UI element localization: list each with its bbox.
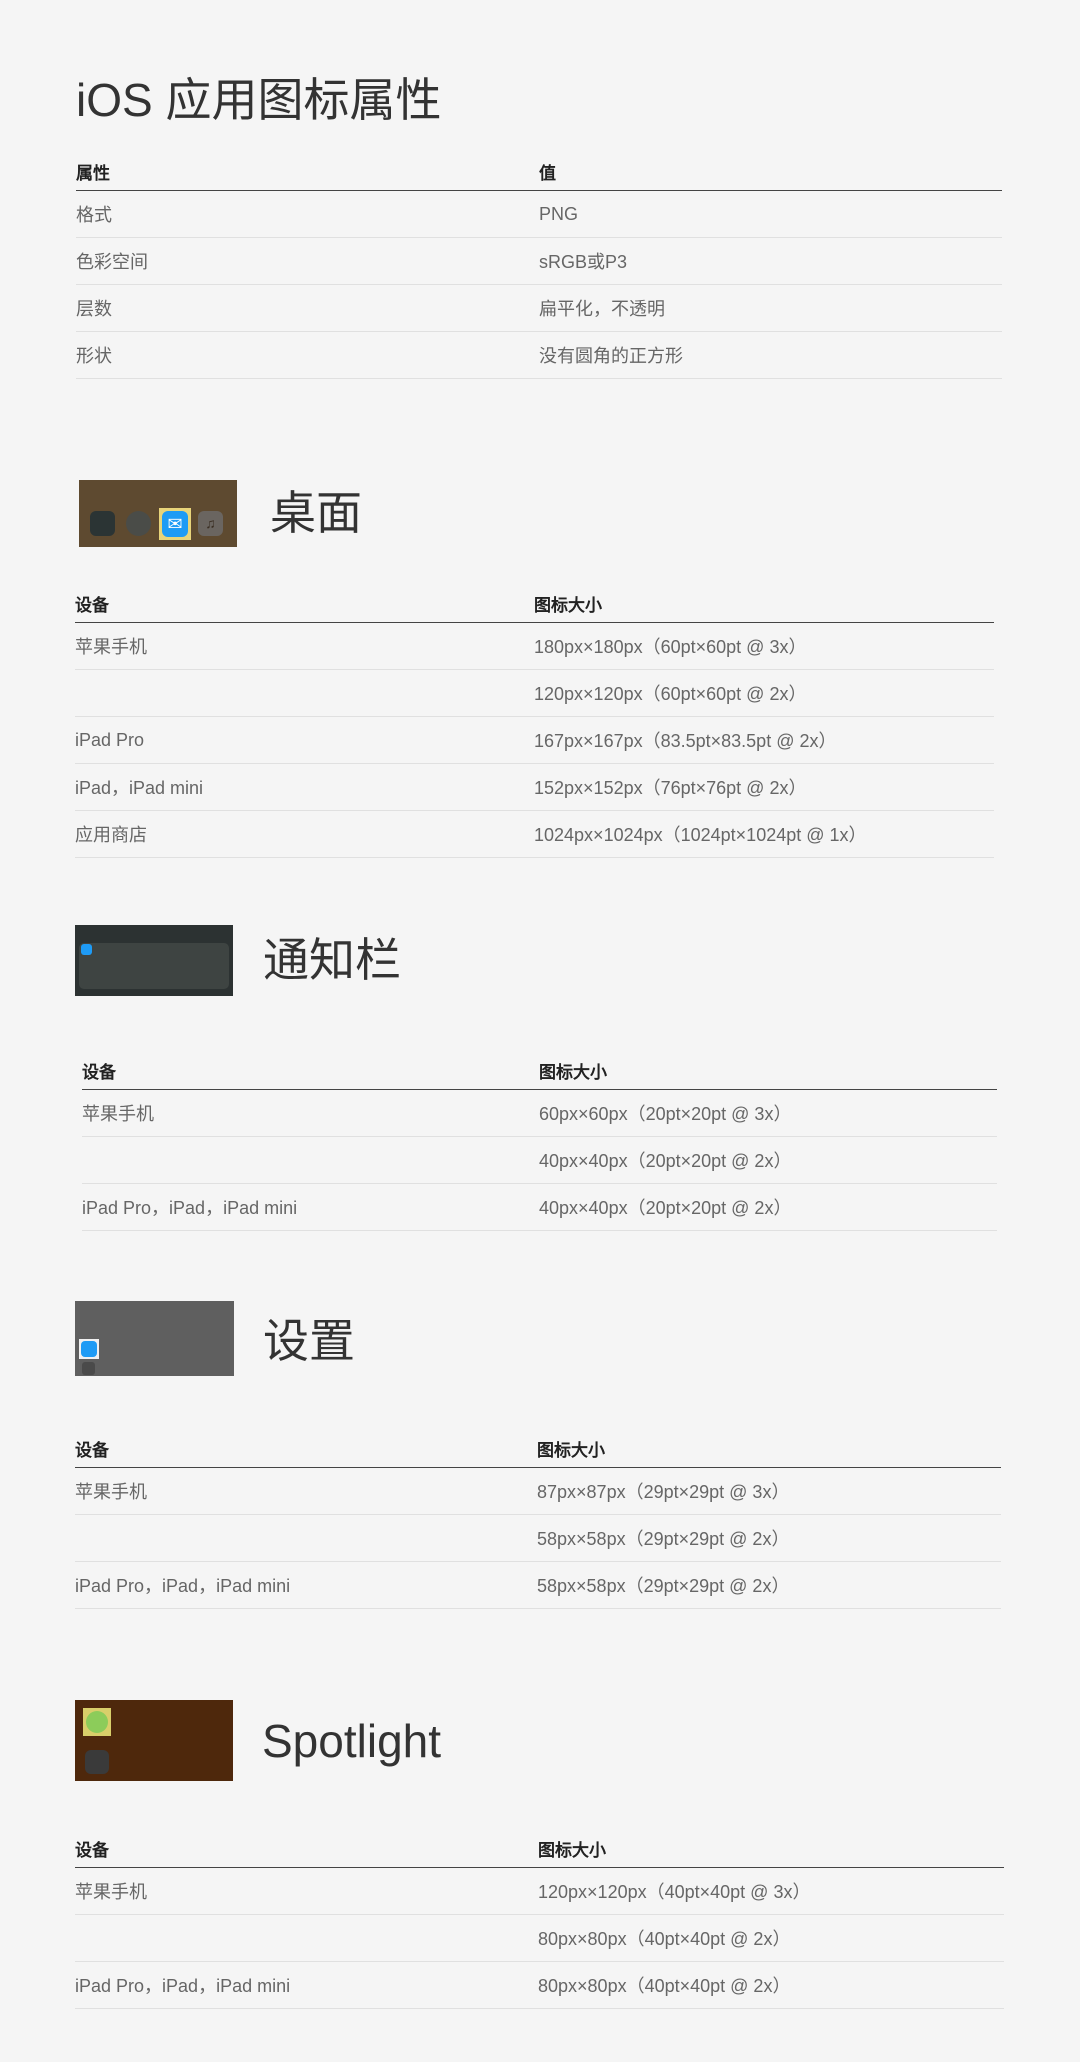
device-size-table: 设备 图标大小 苹果手机 87px×87px（29pt×29pt @ 3x） 58p… xyxy=(75,1427,1001,1609)
music-icon: ♫ xyxy=(198,511,223,536)
app-icon-2 xyxy=(85,1750,109,1774)
settings-thumbnail xyxy=(75,1301,234,1376)
cell xyxy=(82,1136,539,1184)
page-title: iOS 应用图标属性 xyxy=(76,74,442,126)
header-cell: 图标大小 xyxy=(539,1049,997,1090)
table-header: 设备 图标大小 xyxy=(82,1049,997,1090)
cell: PNG xyxy=(539,190,1002,238)
mail-icon xyxy=(81,1341,97,1357)
mail-icon: ✉ xyxy=(162,511,188,537)
cell xyxy=(75,1514,537,1562)
header-cell: 设备 xyxy=(75,1427,537,1468)
table-row: iPad，iPad mini 152px×152px（76pt×76pt @ 2x… xyxy=(75,763,994,811)
device-size-table: 设备 图标大小 苹果手机 60px×60px（20pt×20pt @ 3x） 40p… xyxy=(82,1049,997,1231)
cell: 色彩空间 xyxy=(76,237,539,285)
cell xyxy=(75,669,534,717)
cell: 120px×120px（60pt×60pt @ 2x） xyxy=(534,669,994,717)
device-size-table: 设备 图标大小 苹果手机 180px×180px（60pt×60pt @ 3x） 1… xyxy=(75,582,994,858)
cell: iPad Pro，iPad，iPad mini xyxy=(82,1183,539,1231)
table-row: 苹果手机 120px×120px（40pt×40pt @ 3x） xyxy=(75,1867,1004,1915)
cell: 120px×120px（40pt×40pt @ 3x） xyxy=(538,1867,1004,1915)
cell: 扁平化，不透明 xyxy=(539,284,1002,332)
notification-thumbnail xyxy=(75,925,233,996)
contacts-icon xyxy=(82,1362,95,1375)
cell: 60px×60px（20pt×20pt @ 3x） xyxy=(539,1089,997,1137)
header-cell: 图标大小 xyxy=(534,582,994,623)
section-title: 通知栏 xyxy=(263,934,401,986)
spotlight-thumbnail xyxy=(75,1700,233,1781)
home-screen-dock-thumbnail: ✉ ♫ xyxy=(79,480,237,547)
table-row: iPad Pro 167px×167px（83.5pt×83.5pt @ 2x） xyxy=(75,716,994,764)
cell: 苹果手机 xyxy=(75,1867,538,1915)
table-row: 形状 没有圆角的正方形 xyxy=(76,331,1002,379)
safari-icon xyxy=(126,511,151,536)
cell: 1024px×1024px（1024pt×1024pt @ 1x） xyxy=(534,810,994,858)
cell: 80px×80px（40pt×40pt @ 2x） xyxy=(538,1914,1004,1962)
cell: iPad Pro，iPad，iPad mini xyxy=(75,1561,537,1609)
header-cell: 设备 xyxy=(75,582,534,623)
table-row: 苹果手机 180px×180px（60pt×60pt @ 3x） xyxy=(75,622,994,670)
header-cell: 设备 xyxy=(75,1827,538,1868)
table-row: 120px×120px（60pt×60pt @ 2x） xyxy=(75,669,994,717)
properties-table: 属性 值 格式 PNG 色彩空间 sRGB或P3 层数 扁平化，不透明 形状 没有圆角的… xyxy=(76,150,1002,379)
section-title: 设置 xyxy=(263,1315,355,1367)
section-title: Spotlight xyxy=(262,1715,442,1767)
table-row: 应用商店 1024px×1024px（1024pt×1024pt @ 1x） xyxy=(75,810,994,858)
cell: 180px×180px（60pt×60pt @ 3x） xyxy=(534,622,994,670)
header-cell: 值 xyxy=(539,150,1002,191)
cell: iPad Pro xyxy=(75,716,534,764)
table-row: 苹果手机 60px×60px（20pt×20pt @ 3x） xyxy=(82,1089,997,1137)
cell: 形状 xyxy=(76,331,539,379)
cell: 58px×58px（29pt×29pt @ 2x） xyxy=(537,1561,1001,1609)
header-cell: 属性 xyxy=(76,150,539,191)
cell: 58px×58px（29pt×29pt @ 2x） xyxy=(537,1514,1001,1562)
cell: 87px×87px（29pt×29pt @ 3x） xyxy=(537,1467,1001,1515)
table-row: 格式 PNG xyxy=(76,190,1002,238)
mail-icon xyxy=(81,944,92,955)
table-row: 80px×80px（40pt×40pt @ 2x） xyxy=(75,1914,1004,1962)
cell: 80px×80px（40pt×40pt @ 2x） xyxy=(538,1961,1004,2009)
header-cell: 图标大小 xyxy=(537,1427,1001,1468)
cell: 40px×40px（20pt×20pt @ 2x） xyxy=(539,1136,997,1184)
cell: sRGB或P3 xyxy=(539,237,1002,285)
cell: 苹果手机 xyxy=(75,622,534,670)
header-cell: 图标大小 xyxy=(538,1827,1004,1868)
cell: 层数 xyxy=(76,284,539,332)
cell: 没有圆角的正方形 xyxy=(539,331,1002,379)
cell: 苹果手机 xyxy=(82,1089,539,1137)
table-row: 40px×40px（20pt×20pt @ 2x） xyxy=(82,1136,997,1184)
notification-card xyxy=(79,943,229,989)
cell: iPad Pro，iPad，iPad mini xyxy=(75,1961,538,2009)
table-header: 设备 图标大小 xyxy=(75,582,994,623)
table-row: iPad Pro，iPad，iPad mini 80px×80px（40pt×40… xyxy=(75,1961,1004,2009)
cell: 167px×167px（83.5pt×83.5pt @ 2x） xyxy=(534,716,994,764)
cell: 格式 xyxy=(76,190,539,238)
phone-icon xyxy=(90,511,115,536)
cell: iPad，iPad mini xyxy=(75,763,534,811)
table-row: 色彩空间 sRGB或P3 xyxy=(76,237,1002,285)
cell xyxy=(75,1914,538,1962)
table-row: iPad Pro，iPad，iPad mini 58px×58px（29pt×29… xyxy=(75,1561,1001,1609)
table-row: 层数 扁平化，不透明 xyxy=(76,284,1002,332)
table-header: 设备 图标大小 xyxy=(75,1427,1001,1468)
table-header: 设备 图标大小 xyxy=(75,1827,1004,1868)
table-row: iPad Pro，iPad，iPad mini 40px×40px（20pt×20… xyxy=(82,1183,997,1231)
cell: 152px×152px（76pt×76pt @ 2x） xyxy=(534,763,994,811)
table-row: 58px×58px（29pt×29pt @ 2x） xyxy=(75,1514,1001,1562)
device-size-table: 设备 图标大小 苹果手机 120px×120px（40pt×40pt @ 3x） 8… xyxy=(75,1827,1004,2009)
section-title: 桌面 xyxy=(270,487,362,539)
app-icon xyxy=(86,1711,108,1733)
cell: 应用商店 xyxy=(75,810,534,858)
cell: 40px×40px（20pt×20pt @ 2x） xyxy=(539,1183,997,1231)
header-cell: 设备 xyxy=(82,1049,539,1090)
cell: 苹果手机 xyxy=(75,1467,537,1515)
table-header: 属性 值 xyxy=(76,150,1002,191)
table-row: 苹果手机 87px×87px（29pt×29pt @ 3x） xyxy=(75,1467,1001,1515)
